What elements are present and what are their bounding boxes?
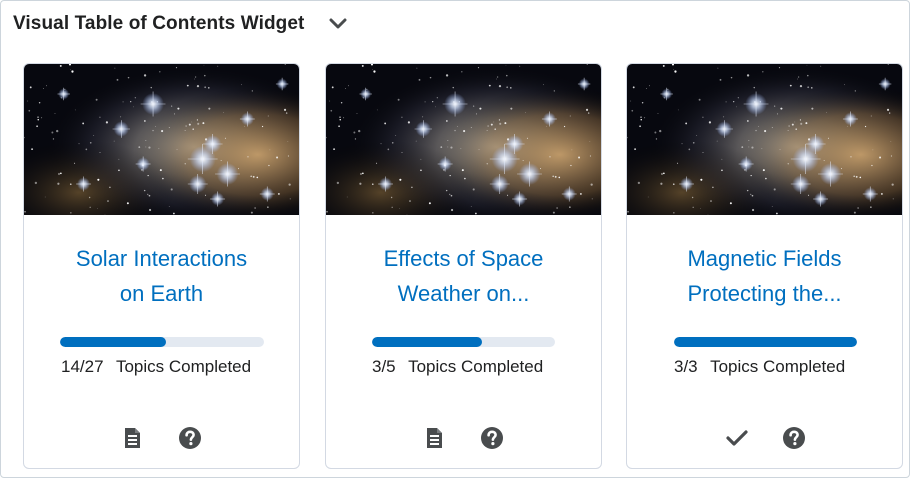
card-title-link[interactable]: Magnetic Fields Protecting the... xyxy=(627,241,902,311)
card-title-line: on Earth xyxy=(119,281,204,306)
document-icon xyxy=(427,428,442,448)
card-title-line: Magnetic Fields xyxy=(687,246,842,271)
completed-label: Topics Completed xyxy=(710,357,846,376)
module-card[interactable]: Effects of Space Weather on... 3/5 Topic… xyxy=(325,63,602,469)
module-card[interactable]: Magnetic Fields Protecting the... 3/3 To… xyxy=(626,63,903,469)
card-title-link[interactable]: Effects of Space Weather on... xyxy=(326,241,601,311)
card-title-line: Effects of Space xyxy=(383,246,544,271)
module-card[interactable]: Solar Interactions on Earth 14/27 Topics… xyxy=(23,63,300,469)
progress-bar xyxy=(674,337,857,347)
document-button[interactable] xyxy=(118,424,146,452)
card-icons xyxy=(326,424,601,452)
card-title-line: Protecting the... xyxy=(687,281,842,306)
help-icon xyxy=(783,427,805,449)
completed-count: 14/27 xyxy=(61,357,104,376)
completed-label: Topics Completed xyxy=(408,357,544,376)
help-button[interactable] xyxy=(478,424,506,452)
progress-text: 3/5 Topics Completed xyxy=(372,357,543,377)
widget-header: Visual Table of Contents Widget xyxy=(13,11,350,37)
card-title-line: Solar Interactions xyxy=(75,246,248,271)
visual-toc-widget: Visual Table of Contents Widget Solar In… xyxy=(0,0,910,478)
progress-fill xyxy=(60,337,167,347)
help-icon xyxy=(179,427,201,449)
help-icon xyxy=(481,427,503,449)
completed-count: 3/5 xyxy=(372,357,396,376)
card-image[interactable] xyxy=(24,64,299,215)
card-title-line: Weather on... xyxy=(397,281,530,306)
help-button[interactable] xyxy=(780,424,808,452)
progress-text: 14/27 Topics Completed xyxy=(61,357,251,377)
progress-bar xyxy=(372,337,555,347)
help-button[interactable] xyxy=(176,424,204,452)
progress-text: 3/3 Topics Completed xyxy=(674,357,845,377)
document-icon xyxy=(125,428,140,448)
card-icons xyxy=(24,424,299,452)
completed-label: Topics Completed xyxy=(115,357,252,376)
progress-bar xyxy=(60,337,264,347)
chevron-down-icon xyxy=(329,18,347,29)
collapse-button[interactable] xyxy=(326,12,350,36)
progress-fill xyxy=(372,337,482,347)
checkmark-icon xyxy=(726,430,748,446)
card-image[interactable] xyxy=(326,64,601,215)
widget-title: Visual Table of Contents Widget xyxy=(13,13,305,34)
document-button[interactable] xyxy=(420,424,448,452)
progress-fill xyxy=(674,337,857,347)
completed-count: 3/3 xyxy=(674,357,698,376)
card-icons xyxy=(627,424,902,452)
card-title-link[interactable]: Solar Interactions on Earth xyxy=(24,241,299,311)
card-image[interactable] xyxy=(627,64,902,215)
complete-status xyxy=(723,424,751,452)
